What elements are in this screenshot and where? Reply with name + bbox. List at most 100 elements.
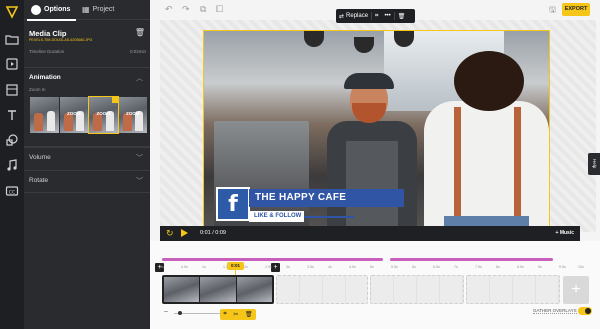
- tab-options[interactable]: Options: [26, 3, 77, 21]
- playback-time: 0:01 / 0:09: [200, 230, 226, 236]
- thumb-person: [46, 111, 55, 131]
- chevron-up-icon[interactable]: ︿: [136, 73, 143, 83]
- barista-woman: [414, 51, 549, 239]
- overlay-track-bar[interactable]: [162, 258, 383, 261]
- tick-label: 8.5s: [517, 265, 524, 269]
- tick-label: 3.5s: [307, 265, 314, 269]
- animation-heading[interactable]: Animation: [29, 74, 61, 81]
- zoom-slider-knob[interactable]: [178, 311, 182, 315]
- tick-label: 4.5s: [349, 265, 356, 269]
- rotate-section[interactable]: Rotate ﹀: [24, 170, 150, 193]
- text-icon[interactable]: [5, 108, 19, 122]
- captions-icon[interactable]: CC: [5, 184, 19, 198]
- redo-icon[interactable]: ↷: [182, 4, 190, 15]
- tick-label: 2s: [244, 265, 248, 269]
- animation-thumb-none[interactable]: [30, 97, 59, 133]
- lower-third-title[interactable]: THE HAPPY CAFE: [249, 189, 404, 207]
- replace-button[interactable]: ⇄ Replace: [336, 9, 371, 23]
- replay-icon[interactable]: ↻: [166, 228, 174, 239]
- facebook-logo[interactable]: f: [216, 187, 250, 221]
- lower-third-line: [304, 216, 354, 218]
- animation-thumb-zoom[interactable]: ZOOM: [59, 97, 88, 133]
- media-file-name: PEXELS-TIM-DOUGLAS-6205680.JPG: [29, 38, 93, 42]
- tick-label: 8s: [496, 265, 500, 269]
- apron-strap: [514, 107, 521, 217]
- crop-icon[interactable]: ⌗: [372, 9, 381, 23]
- gather-overlays-toggle[interactable]: [578, 307, 592, 315]
- apron-strap: [454, 107, 461, 217]
- timeline: + + 0s 0.5s 1s 1.5s 2s 2.5s 3s 3.5s 4s 4…: [150, 241, 600, 329]
- media-clip[interactable]: [276, 275, 368, 304]
- player-bar: ↻ 0:01 / 0:09 + Music: [160, 226, 580, 241]
- tab-project[interactable]: ▦ Project: [82, 3, 114, 17]
- save-icon[interactable]: 🖫: [549, 4, 556, 18]
- animation-thumbnails: ZOOM ZOOM ZOOM: [30, 96, 147, 134]
- help-tab[interactable]: Help: [588, 153, 600, 175]
- layout-icon[interactable]: [5, 83, 19, 97]
- tick-label: 0s: [160, 265, 164, 269]
- animation-thumb-zoom-selected[interactable]: ZOOM: [88, 96, 119, 134]
- duplicate-icon[interactable]: ⧉: [200, 4, 206, 15]
- lamp: [304, 31, 324, 47]
- video-icon[interactable]: [5, 57, 19, 71]
- rotate-heading: Rotate: [29, 177, 49, 184]
- timeline-duration-label: Timeline Duration: [29, 49, 65, 54]
- chevron-down-icon: ﹀: [136, 178, 143, 185]
- video-canvas[interactable]: f THE HAPPY CAFE LIKE & FOLLOW: [203, 30, 550, 240]
- playhead-time[interactable]: 0:01: [227, 262, 244, 270]
- zoom-in-label: Zoom In: [29, 87, 46, 92]
- thumb-label: ZOOM: [126, 111, 140, 116]
- logo-icon[interactable]: [5, 5, 19, 19]
- gather-overlays-label: GATHER OVERLAYS: [533, 308, 577, 314]
- animation-thumb-zoom-out[interactable]: ZOOM: [118, 97, 147, 133]
- tab-options-label: Options: [44, 6, 71, 13]
- app-window: CC Options ▦ Project Media Clip PEXELS-T…: [0, 0, 600, 329]
- tick-label: 2.5s: [265, 265, 272, 269]
- tick-label: 7s: [454, 265, 458, 269]
- media-clip[interactable]: [466, 275, 560, 304]
- tab-project-label: Project: [92, 6, 115, 13]
- zoom-out-icon[interactable]: –: [164, 308, 168, 315]
- lower-third-subtitle[interactable]: LIKE & FOLLOW: [249, 211, 304, 222]
- project-icon: ▦: [82, 5, 90, 14]
- add-music-button[interactable]: + Music: [556, 230, 574, 236]
- music-icon[interactable]: [5, 158, 19, 172]
- replace-icon: ⇄: [339, 13, 345, 20]
- media-clip[interactable]: [370, 275, 464, 304]
- tick-label: 0.5s: [181, 265, 188, 269]
- time-ruler[interactable]: 0s 0.5s 1s 1.5s 2s 2.5s 3s 3.5s 4s 4.5s …: [160, 265, 590, 270]
- undo-icon[interactable]: ↶: [165, 4, 173, 15]
- clip-frame: [236, 277, 272, 302]
- shapes-icon[interactable]: [5, 133, 19, 147]
- selected-marker: [111, 97, 118, 103]
- split-icon[interactable]: ✂: [233, 311, 238, 318]
- thumb-person: [34, 113, 43, 131]
- left-rail: CC: [0, 0, 24, 329]
- timeline-duration-value[interactable]: 0:02min: [130, 49, 146, 54]
- lamp: [354, 37, 374, 53]
- tick-label: 5.5s: [391, 265, 398, 269]
- folder-icon[interactable]: [5, 32, 19, 46]
- tick-label: 7.5s: [475, 265, 482, 269]
- tick-label: 3s: [286, 265, 290, 269]
- crop-icon[interactable]: ⌗: [223, 311, 226, 318]
- delete-icon[interactable]: 🗑: [245, 311, 253, 318]
- copy-icon[interactable]: ⧠: [216, 4, 223, 15]
- clip-tools: ⌗ ✂ 🗑: [220, 309, 256, 320]
- media-clip-title: Media Clip: [29, 29, 67, 38]
- overlay-track-bar[interactable]: [390, 258, 553, 261]
- add-clip-button[interactable]: +: [563, 276, 589, 304]
- volume-section[interactable]: Volume ﹀: [24, 147, 150, 170]
- media-clip-selected[interactable]: [162, 275, 274, 304]
- thumb-label: ZOOM: [67, 111, 81, 116]
- play-icon[interactable]: [181, 229, 188, 237]
- tick-label: 9s: [538, 265, 542, 269]
- man-beard: [352, 103, 386, 123]
- more-icon[interactable]: •••: [381, 9, 393, 23]
- trash-icon[interactable]: 🗑: [135, 28, 145, 37]
- svg-text:CC: CC: [9, 189, 15, 195]
- export-button[interactable]: EXPORT: [562, 3, 590, 16]
- man-cap: [344, 73, 394, 89]
- delete-icon[interactable]: 🗑: [395, 9, 409, 23]
- editor-stage: f THE HAPPY CAFE LIKE & FOLLOW: [160, 20, 596, 240]
